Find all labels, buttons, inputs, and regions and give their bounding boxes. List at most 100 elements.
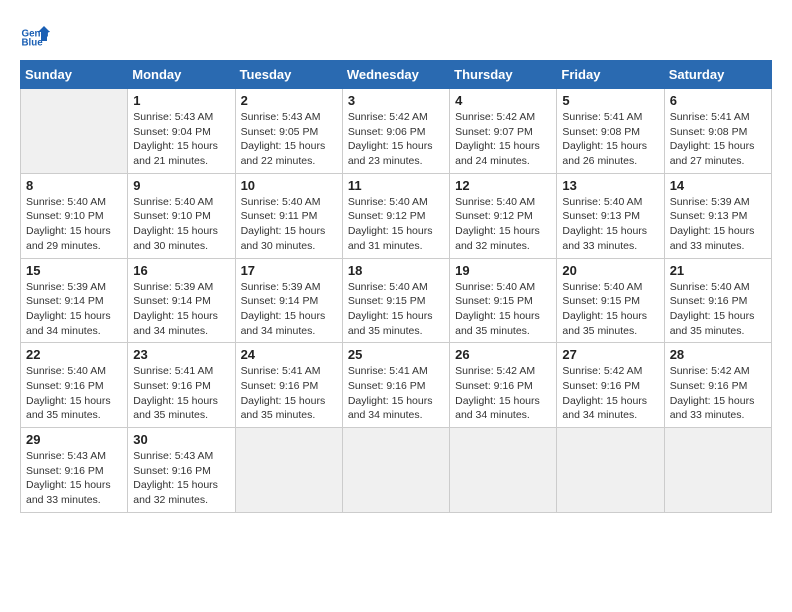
calendar-cell (450, 428, 557, 513)
calendar-cell: 15Sunrise: 5:39 AMSunset: 9:14 PMDayligh… (21, 258, 128, 343)
weekday-monday: Monday (128, 61, 235, 89)
calendar-cell: 30 Sunrise: 5:43 AMSunset: 9:16 PMDayligh… (128, 428, 235, 513)
calendar-cell: 17 Sunrise: 5:39 AMSunset: 9:14 PMDayligh… (235, 258, 342, 343)
day-number: 22 (26, 347, 122, 362)
calendar-cell: 20 Sunrise: 5:40 AMSunset: 9:15 PMDayligh… (557, 258, 664, 343)
day-number: 21 (670, 263, 766, 278)
calendar-cell: 27 Sunrise: 5:42 AMSunset: 9:16 PMDayligh… (557, 343, 664, 428)
calendar-cell: 14 Sunrise: 5:39 AMSunset: 9:13 PMDayligh… (664, 173, 771, 258)
day-info: Sunrise: 5:40 AMSunset: 9:15 PMDaylight:… (348, 280, 444, 339)
calendar-cell: 10 Sunrise: 5:40 AMSunset: 9:11 PMDayligh… (235, 173, 342, 258)
calendar-cell (557, 428, 664, 513)
day-info: Sunrise: 5:39 AMSunset: 9:13 PMDaylight:… (670, 195, 766, 254)
day-number: 9 (133, 178, 229, 193)
day-info: Sunrise: 5:43 AMSunset: 9:04 PMDaylight:… (133, 110, 229, 169)
day-info: Sunrise: 5:40 AMSunset: 9:15 PMDaylight:… (562, 280, 658, 339)
weekday-saturday: Saturday (664, 61, 771, 89)
calendar-cell: 11 Sunrise: 5:40 AMSunset: 9:12 PMDayligh… (342, 173, 449, 258)
calendar-cell: 4 Sunrise: 5:42 AMSunset: 9:07 PMDaylight… (450, 89, 557, 174)
day-number: 17 (241, 263, 337, 278)
calendar-body: 1Sunrise: 5:43 AMSunset: 9:04 PMDaylight… (21, 89, 772, 513)
week-row-0: 1Sunrise: 5:43 AMSunset: 9:04 PMDaylight… (21, 89, 772, 174)
calendar-cell: 16 Sunrise: 5:39 AMSunset: 9:14 PMDayligh… (128, 258, 235, 343)
day-number: 15 (26, 263, 122, 278)
day-info: Sunrise: 5:40 AMSunset: 9:12 PMDaylight:… (455, 195, 551, 254)
day-info: Sunrise: 5:40 AMSunset: 9:16 PMDaylight:… (670, 280, 766, 339)
calendar-cell: 18Sunrise: 5:40 AMSunset: 9:15 PMDayligh… (342, 258, 449, 343)
calendar-cell: 19 Sunrise: 5:40 AMSunset: 9:15 PMDayligh… (450, 258, 557, 343)
weekday-friday: Friday (557, 61, 664, 89)
calendar-cell: 8 Sunrise: 5:40 AMSunset: 9:10 PMDaylight… (21, 173, 128, 258)
day-number: 16 (133, 263, 229, 278)
svg-text:Blue: Blue (22, 38, 44, 49)
day-info: Sunrise: 5:40 AMSunset: 9:11 PMDaylight:… (241, 195, 337, 254)
day-info: Sunrise: 5:40 AMSunset: 9:16 PMDaylight:… (26, 364, 122, 423)
day-info: Sunrise: 5:42 AMSunset: 9:16 PMDaylight:… (562, 364, 658, 423)
calendar-cell (235, 428, 342, 513)
calendar-cell: 28 Sunrise: 5:42 AMSunset: 9:16 PMDayligh… (664, 343, 771, 428)
day-info: Sunrise: 5:40 AMSunset: 9:12 PMDaylight:… (348, 195, 444, 254)
calendar-cell: 13Sunrise: 5:40 AMSunset: 9:13 PMDayligh… (557, 173, 664, 258)
day-number: 3 (348, 93, 444, 108)
week-row-4: 29 Sunrise: 5:43 AMSunset: 9:16 PMDayligh… (21, 428, 772, 513)
day-info: Sunrise: 5:39 AMSunset: 9:14 PMDaylight:… (133, 280, 229, 339)
week-row-1: 8 Sunrise: 5:40 AMSunset: 9:10 PMDaylight… (21, 173, 772, 258)
day-number: 6 (670, 93, 766, 108)
day-info: Sunrise: 5:42 AMSunset: 9:16 PMDaylight:… (670, 364, 766, 423)
day-info: Sunrise: 5:41 AMSunset: 9:08 PMDaylight:… (670, 110, 766, 169)
logo: General Blue (20, 20, 50, 50)
day-info: Sunrise: 5:42 AMSunset: 9:16 PMDaylight:… (455, 364, 551, 423)
day-number: 10 (241, 178, 337, 193)
day-number: 24 (241, 347, 337, 362)
day-info: Sunrise: 5:43 AMSunset: 9:16 PMDaylight:… (26, 449, 122, 508)
day-info: Sunrise: 5:42 AMSunset: 9:06 PMDaylight:… (348, 110, 444, 169)
calendar-cell: 25 Sunrise: 5:41 AMSunset: 9:16 PMDayligh… (342, 343, 449, 428)
day-info: Sunrise: 5:39 AMSunset: 9:14 PMDaylight:… (241, 280, 337, 339)
day-number: 5 (562, 93, 658, 108)
week-row-3: 22 Sunrise: 5:40 AMSunset: 9:16 PMDayligh… (21, 343, 772, 428)
calendar-cell: 3 Sunrise: 5:42 AMSunset: 9:06 PMDaylight… (342, 89, 449, 174)
day-info: Sunrise: 5:40 AMSunset: 9:10 PMDaylight:… (26, 195, 122, 254)
day-info: Sunrise: 5:42 AMSunset: 9:07 PMDaylight:… (455, 110, 551, 169)
calendar-cell: 12Sunrise: 5:40 AMSunset: 9:12 PMDayligh… (450, 173, 557, 258)
day-number: 13 (562, 178, 658, 193)
day-number: 27 (562, 347, 658, 362)
day-info: Sunrise: 5:43 AMSunset: 9:16 PMDaylight:… (133, 449, 229, 508)
weekday-thursday: Thursday (450, 61, 557, 89)
calendar-cell: 5 Sunrise: 5:41 AMSunset: 9:08 PMDaylight… (557, 89, 664, 174)
calendar: SundayMondayTuesdayWednesdayThursdayFrid… (20, 60, 772, 513)
calendar-cell: 29 Sunrise: 5:43 AMSunset: 9:16 PMDayligh… (21, 428, 128, 513)
day-number: 28 (670, 347, 766, 362)
day-number: 11 (348, 178, 444, 193)
day-number: 20 (562, 263, 658, 278)
calendar-cell: 24 Sunrise: 5:41 AMSunset: 9:16 PMDayligh… (235, 343, 342, 428)
day-info: Sunrise: 5:41 AMSunset: 9:16 PMDaylight:… (241, 364, 337, 423)
calendar-cell (342, 428, 449, 513)
day-info: Sunrise: 5:43 AMSunset: 9:05 PMDaylight:… (241, 110, 337, 169)
calendar-cell: 9 Sunrise: 5:40 AMSunset: 9:10 PMDaylight… (128, 173, 235, 258)
header: General Blue (20, 20, 772, 50)
calendar-cell: 22 Sunrise: 5:40 AMSunset: 9:16 PMDayligh… (21, 343, 128, 428)
day-number: 30 (133, 432, 229, 447)
day-number: 8 (26, 178, 122, 193)
logo-icon: General Blue (20, 20, 50, 50)
day-info: Sunrise: 5:41 AMSunset: 9:16 PMDaylight:… (348, 364, 444, 423)
calendar-cell (664, 428, 771, 513)
day-number: 19 (455, 263, 551, 278)
day-number: 25 (348, 347, 444, 362)
day-info: Sunrise: 5:40 AMSunset: 9:10 PMDaylight:… (133, 195, 229, 254)
day-number: 2 (241, 93, 337, 108)
day-number: 29 (26, 432, 122, 447)
calendar-cell: 2 Sunrise: 5:43 AMSunset: 9:05 PMDaylight… (235, 89, 342, 174)
calendar-cell: 1Sunrise: 5:43 AMSunset: 9:04 PMDaylight… (128, 89, 235, 174)
day-info: Sunrise: 5:41 AMSunset: 9:08 PMDaylight:… (562, 110, 658, 169)
day-number: 26 (455, 347, 551, 362)
day-number: 4 (455, 93, 551, 108)
day-number: 14 (670, 178, 766, 193)
day-info: Sunrise: 5:40 AMSunset: 9:15 PMDaylight:… (455, 280, 551, 339)
day-number: 23 (133, 347, 229, 362)
weekday-header: SundayMondayTuesdayWednesdayThursdayFrid… (21, 61, 772, 89)
calendar-cell: 6 Sunrise: 5:41 AMSunset: 9:08 PMDaylight… (664, 89, 771, 174)
week-row-2: 15 Sunrise: 5:39 AMSunset: 9:14 PMDayligh… (21, 258, 772, 343)
weekday-sunday: Sunday (21, 61, 128, 89)
